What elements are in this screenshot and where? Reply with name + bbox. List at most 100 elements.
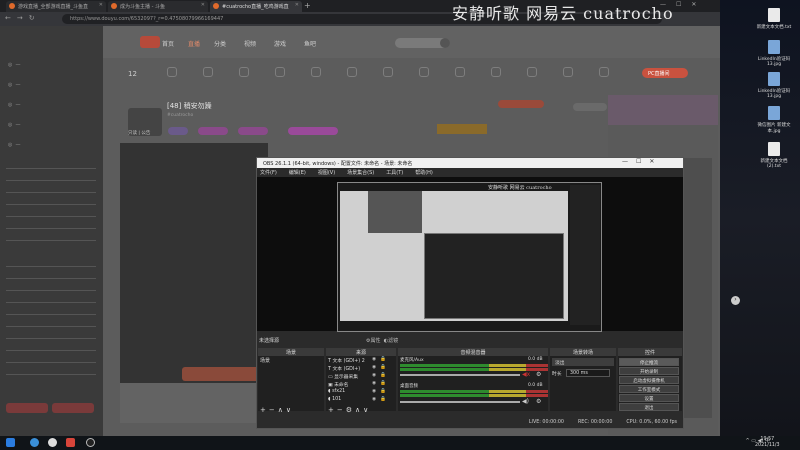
scroll-arrow-icon[interactable]: › bbox=[731, 296, 740, 305]
sidebar-item[interactable]: ◎ — bbox=[8, 122, 21, 128]
volume-slider[interactable] bbox=[400, 401, 520, 403]
browser-tab-2[interactable]: 成为斗鱼主播 - 斗鱼 ✕ bbox=[108, 1, 208, 12]
close-tab-icon[interactable]: ✕ bbox=[201, 2, 205, 8]
app-icon[interactable] bbox=[66, 438, 75, 447]
scene-item[interactable]: 场景 bbox=[260, 357, 270, 364]
duration-input[interactable]: 300 ms bbox=[566, 369, 610, 377]
close-tab-icon[interactable]: ✕ bbox=[295, 2, 299, 8]
sidebar-category-grid-2[interactable] bbox=[6, 260, 96, 380]
settings-button[interactable]: 设置 bbox=[619, 394, 679, 402]
menu-view[interactable]: 视图(V) bbox=[318, 169, 335, 176]
sidebar-item[interactable]: ◎ — bbox=[8, 82, 21, 88]
nav-yuba[interactable]: 鱼吧 bbox=[304, 39, 316, 48]
eye-icon[interactable]: ◉ bbox=[372, 381, 376, 386]
virtual-camera-button[interactable]: 启动虚拟摄像机 bbox=[619, 376, 679, 384]
desktop-file[interactable]: 新建文本文档.txt bbox=[754, 8, 794, 30]
obs-preview-canvas[interactable]: 安静听歌 网易云 cuatrocho bbox=[337, 182, 602, 332]
lock-icon[interactable]: 🔒 bbox=[380, 381, 386, 386]
nav-category[interactable]: 分类 bbox=[214, 39, 226, 48]
function-icon[interactable] bbox=[167, 67, 177, 77]
windows-start-icon[interactable] bbox=[6, 438, 15, 447]
function-icon[interactable] bbox=[455, 67, 465, 77]
edge-icon[interactable] bbox=[30, 438, 39, 447]
nav-live[interactable]: 直播 bbox=[188, 39, 200, 48]
exit-button[interactable]: 退出 bbox=[619, 403, 679, 411]
obs-window-controls[interactable]: —☐✕ bbox=[622, 158, 662, 165]
nav-home[interactable]: 首页 bbox=[162, 39, 174, 48]
desktop-file[interactable]: 新建文本文档(2).txt bbox=[754, 142, 794, 169]
speaker-icon[interactable]: ◀) bbox=[522, 398, 529, 405]
ranking-banner[interactable] bbox=[437, 124, 487, 134]
gear-icon[interactable]: ⚙ bbox=[536, 398, 541, 405]
source-toolbar[interactable]: +−⚙∧∨ bbox=[328, 406, 371, 414]
source-item[interactable]: T 文本 (GDI+) 2 ◉ 🔒 bbox=[328, 357, 388, 364]
function-icon[interactable] bbox=[239, 67, 249, 77]
transition-select[interactable]: 淡出 bbox=[552, 358, 614, 366]
promo-banner[interactable] bbox=[182, 367, 262, 381]
function-icon[interactable] bbox=[491, 67, 501, 77]
nav-buttons[interactable]: ←→↻ bbox=[5, 14, 41, 22]
eye-icon[interactable]: ◉ bbox=[372, 357, 376, 362]
avatar[interactable] bbox=[440, 38, 450, 48]
source-item[interactable]: ▣ 未命名 ◉ 🔒 bbox=[328, 381, 388, 388]
sidebar-item[interactable]: ◎ — bbox=[8, 102, 21, 108]
douyu-logo[interactable] bbox=[140, 36, 160, 48]
eye-icon[interactable]: ◉ bbox=[372, 397, 376, 402]
function-icon[interactable] bbox=[203, 67, 213, 77]
sidebar-button[interactable] bbox=[52, 403, 94, 413]
lock-icon[interactable]: 🔒 bbox=[380, 389, 386, 394]
lock-icon[interactable]: 🔒 bbox=[380, 373, 386, 378]
function-icon[interactable] bbox=[419, 67, 429, 77]
sidebar-button[interactable] bbox=[6, 403, 48, 413]
function-icon[interactable] bbox=[275, 67, 285, 77]
eye-icon[interactable]: ◉ bbox=[372, 373, 376, 378]
room-owner[interactable]: #cuatrocho bbox=[167, 113, 193, 118]
mute-icon[interactable]: ◀x bbox=[522, 371, 530, 378]
start-recording-button[interactable]: 开始录制 bbox=[619, 367, 679, 375]
function-icon[interactable] bbox=[563, 67, 573, 77]
menu-tools[interactable]: 工具(T) bbox=[386, 169, 403, 176]
stop-streaming-button[interactable]: 停止推流 bbox=[619, 358, 679, 366]
sidebar-item[interactable]: ◎ — bbox=[8, 62, 21, 68]
function-icon[interactable] bbox=[383, 67, 393, 77]
source-item[interactable]: ◖ sfx21 ◉ 🔒 bbox=[328, 389, 388, 394]
source-item[interactable]: ◖ 101 ◉ 🔒 bbox=[328, 397, 388, 402]
lock-icon[interactable]: 🔒 bbox=[380, 365, 386, 370]
scene-toolbar[interactable]: +−∧∨ bbox=[260, 406, 294, 414]
function-icon[interactable] bbox=[527, 67, 537, 77]
media-icon[interactable] bbox=[48, 438, 57, 447]
menu-file[interactable]: 文件(F) bbox=[260, 169, 277, 176]
eye-icon[interactable]: ◉ bbox=[372, 365, 376, 370]
clock[interactable]: 19:57 2021/11/3 bbox=[755, 437, 780, 449]
obs-icon[interactable] bbox=[86, 438, 95, 447]
nav-game[interactable]: 游戏 bbox=[274, 39, 286, 48]
properties-button[interactable]: 属性 bbox=[370, 338, 380, 344]
nav-video[interactable]: 视频 bbox=[244, 39, 256, 48]
lock-icon[interactable]: 🔒 bbox=[380, 357, 386, 362]
new-tab-button[interactable]: + bbox=[304, 1, 311, 10]
control-button[interactable] bbox=[573, 103, 607, 111]
eye-icon[interactable]: ◉ bbox=[372, 389, 376, 394]
source-item[interactable]: ▭ 显示器采集 ◉ 🔒 bbox=[328, 373, 388, 380]
follow-button[interactable] bbox=[498, 100, 544, 108]
sidebar-category-grid[interactable] bbox=[6, 162, 96, 242]
function-icon[interactable] bbox=[347, 67, 357, 77]
desktop-file[interactable]: 微信图片 新建文本.jpg bbox=[754, 106, 794, 134]
lock-icon[interactable]: 🔒 bbox=[380, 397, 386, 402]
browser-tab-1[interactable]: 游戏直播_全部游戏直播_斗鱼直 ✕ bbox=[6, 1, 106, 12]
menu-help[interactable]: 帮助(H) bbox=[415, 169, 433, 176]
video-player[interactable] bbox=[120, 143, 268, 383]
browser-tab-3[interactable]: #cuatrocho直播_吃鸡游戏直 ✕ bbox=[210, 1, 302, 12]
filters-button[interactable]: 滤镜 bbox=[388, 338, 398, 344]
studio-mode-button[interactable]: 工作室模式 bbox=[619, 385, 679, 393]
function-icon[interactable] bbox=[311, 67, 321, 77]
menu-edit[interactable]: 编辑(E) bbox=[289, 169, 306, 176]
desktop-file[interactable]: LinkedIn验证码13.jpg bbox=[754, 72, 794, 99]
source-item[interactable]: T 文本 (GDI+) ◉ 🔒 bbox=[328, 365, 388, 372]
pc-live-button[interactable]: PC直播间 bbox=[642, 68, 688, 78]
close-tab-icon[interactable]: ✕ bbox=[99, 2, 103, 8]
menu-scene-collection[interactable]: 场景集合(S) bbox=[347, 169, 374, 176]
desktop-file[interactable]: LinkedIn验证码13.jpg bbox=[754, 40, 794, 67]
gear-icon[interactable]: ⚙ bbox=[536, 371, 541, 378]
sidebar-item[interactable]: ◎ — bbox=[8, 142, 21, 148]
